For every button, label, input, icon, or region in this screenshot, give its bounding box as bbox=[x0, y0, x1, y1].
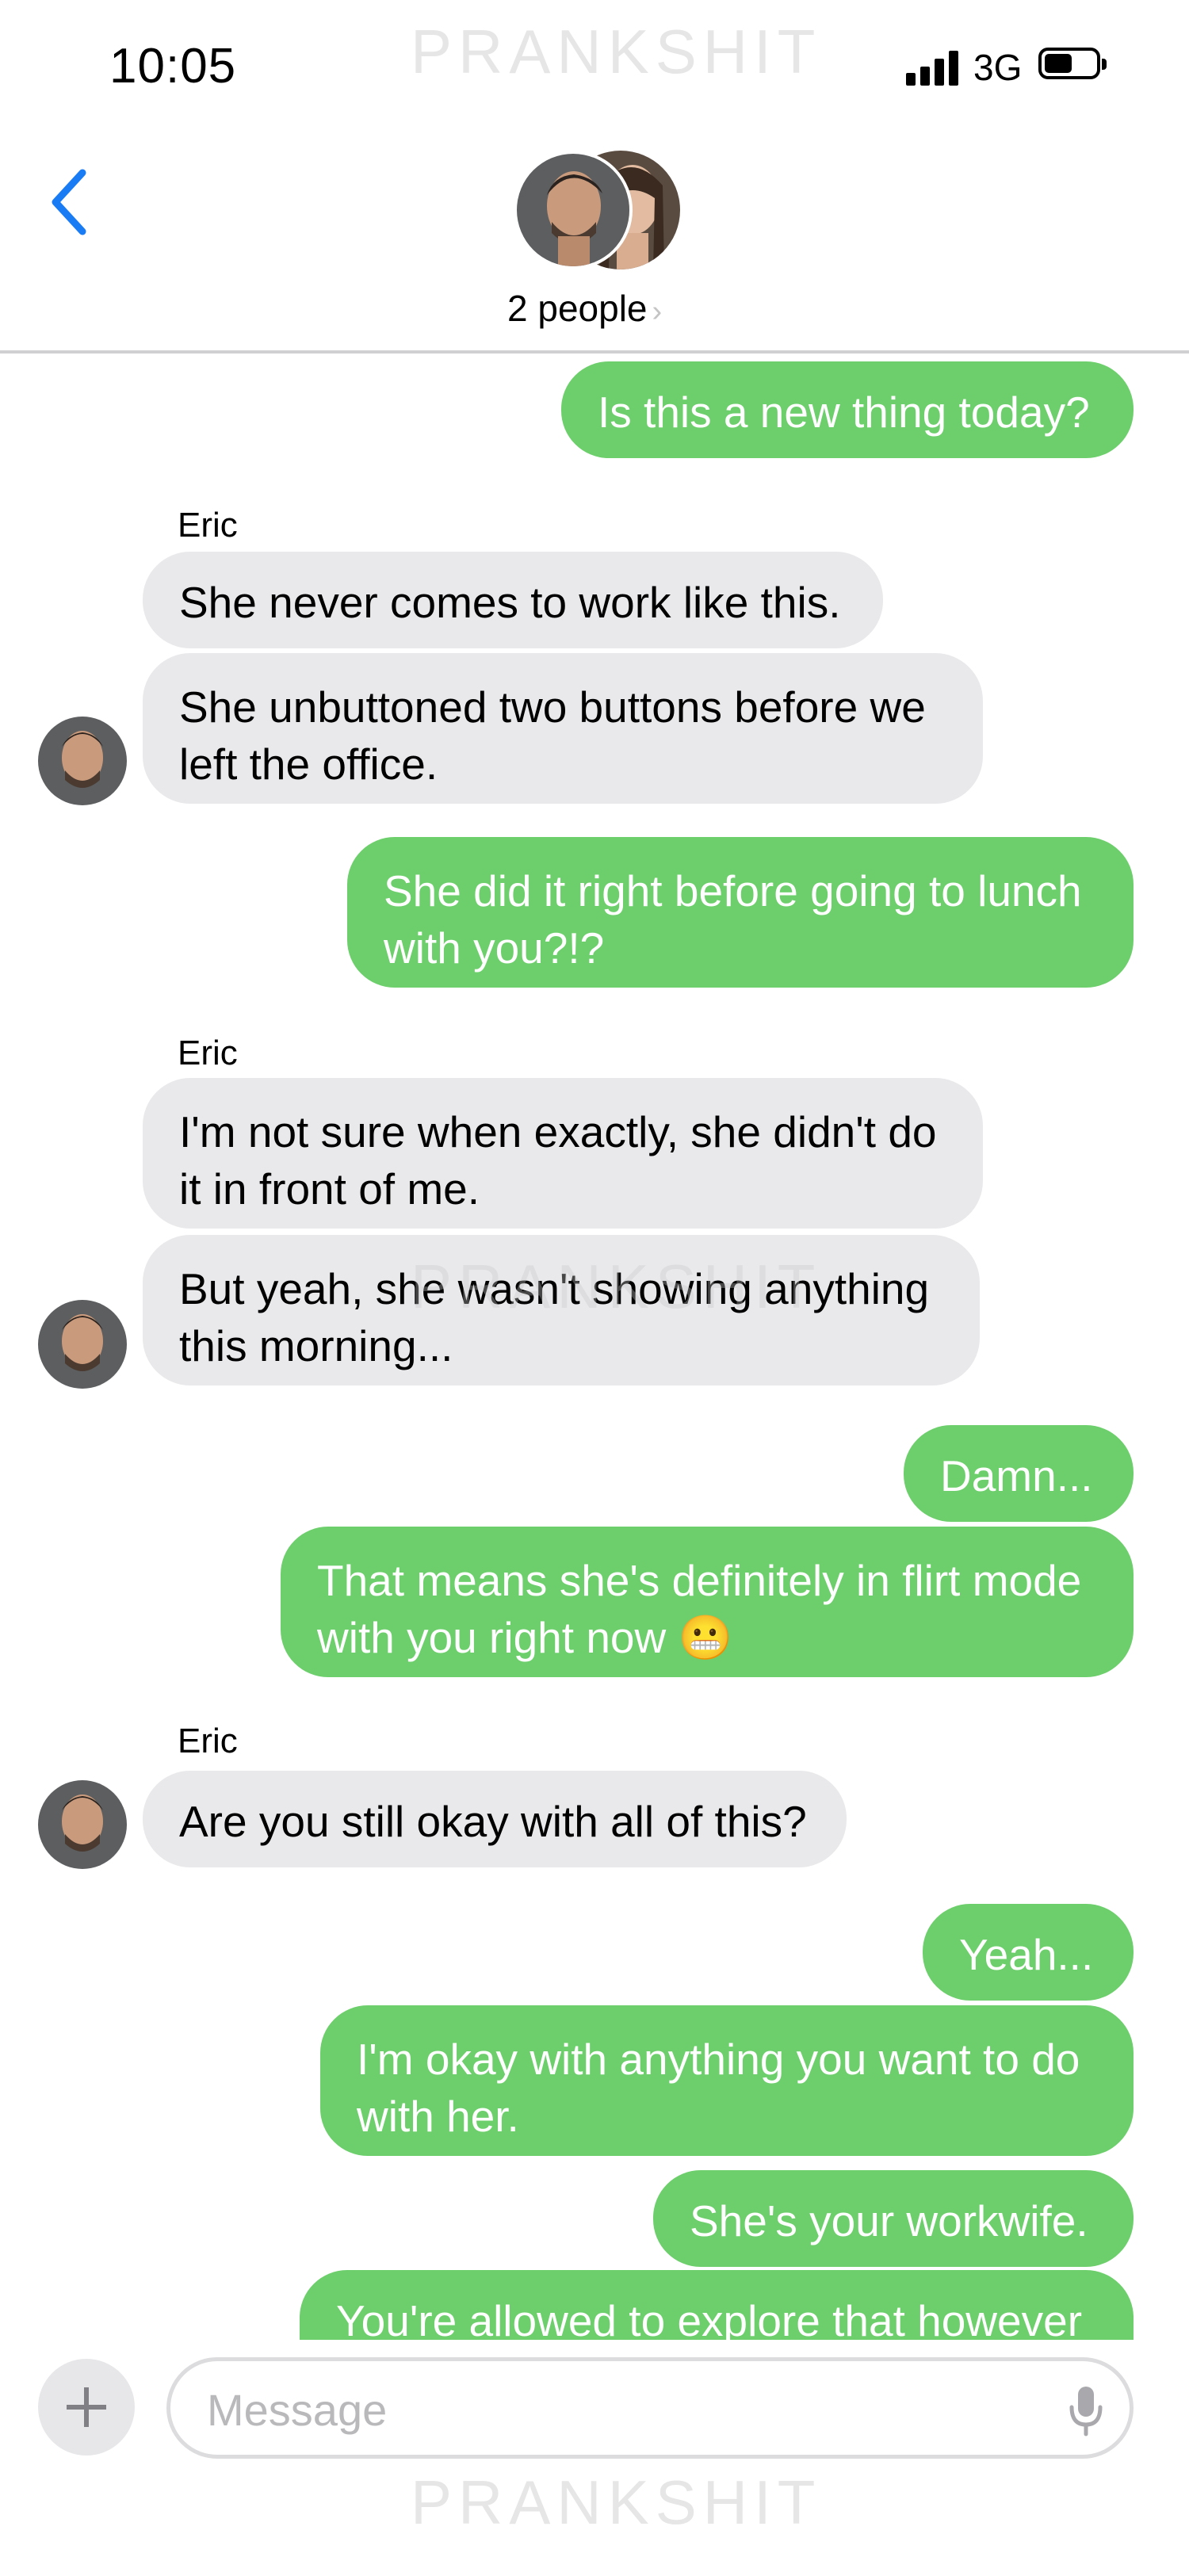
back-chevron-icon[interactable] bbox=[48, 166, 90, 238]
status-time: 10:05 bbox=[109, 39, 237, 94]
microphone-icon[interactable] bbox=[1066, 2383, 1106, 2439]
plus-icon[interactable] bbox=[38, 2359, 135, 2456]
chevron-right-icon: › bbox=[652, 295, 663, 328]
sender-name: Eric bbox=[178, 1722, 238, 1760]
message-bubble-outgoing[interactable]: She did it right before going to lunch w… bbox=[347, 837, 1134, 988]
watermark-bottom: PRANKSHIT bbox=[411, 2467, 822, 2537]
message-bubble-outgoing[interactable]: She's your workwife. bbox=[653, 2170, 1134, 2267]
message-bubble-outgoing[interactable]: Is this a new thing today? bbox=[561, 361, 1134, 458]
avatar-eric bbox=[38, 1300, 127, 1389]
message-bubble-outgoing[interactable]: That means she's definitely in flirt mod… bbox=[281, 1527, 1134, 1677]
message-input[interactable] bbox=[205, 2380, 1001, 2439]
avatar-man bbox=[514, 151, 633, 269]
message-field[interactable] bbox=[166, 2357, 1134, 2459]
conversation-subtitle[interactable]: 2 people › bbox=[507, 287, 662, 330]
message-bubble-outgoing[interactable]: I'm okay with anything you want to do wi… bbox=[320, 2005, 1134, 2156]
sender-name: Eric bbox=[178, 1034, 238, 1072]
message-bubble-outgoing[interactable]: You're allowed to explore that however bbox=[300, 2270, 1134, 2349]
message-bubble-outgoing[interactable]: Yeah... bbox=[923, 1904, 1134, 2001]
message-bubble-outgoing[interactable]: Damn... bbox=[904, 1425, 1134, 1522]
watermark-middle: PRANKSHIT bbox=[411, 1252, 822, 1321]
watermark-top: PRANKSHIT bbox=[411, 17, 822, 86]
subtitle-text: 2 people bbox=[507, 288, 648, 329]
signal-icon bbox=[906, 51, 958, 86]
avatar-eric bbox=[38, 717, 127, 805]
avatar-eric bbox=[38, 1780, 127, 1869]
network-type: 3G bbox=[973, 47, 1023, 88]
group-avatar[interactable] bbox=[514, 151, 680, 269]
message-bubble-incoming[interactable]: She never comes to work like this. bbox=[143, 552, 883, 648]
message-bubble-incoming[interactable]: Are you still okay with all of this? bbox=[143, 1771, 847, 1867]
battery-icon bbox=[1038, 48, 1107, 79]
sender-name: Eric bbox=[178, 506, 238, 545]
header-divider bbox=[0, 350, 1189, 354]
message-bubble-incoming[interactable]: She unbuttoned two buttons before we lef… bbox=[143, 653, 983, 804]
message-bubble-incoming[interactable]: I'm not sure when exactly, she didn't do… bbox=[143, 1078, 983, 1229]
